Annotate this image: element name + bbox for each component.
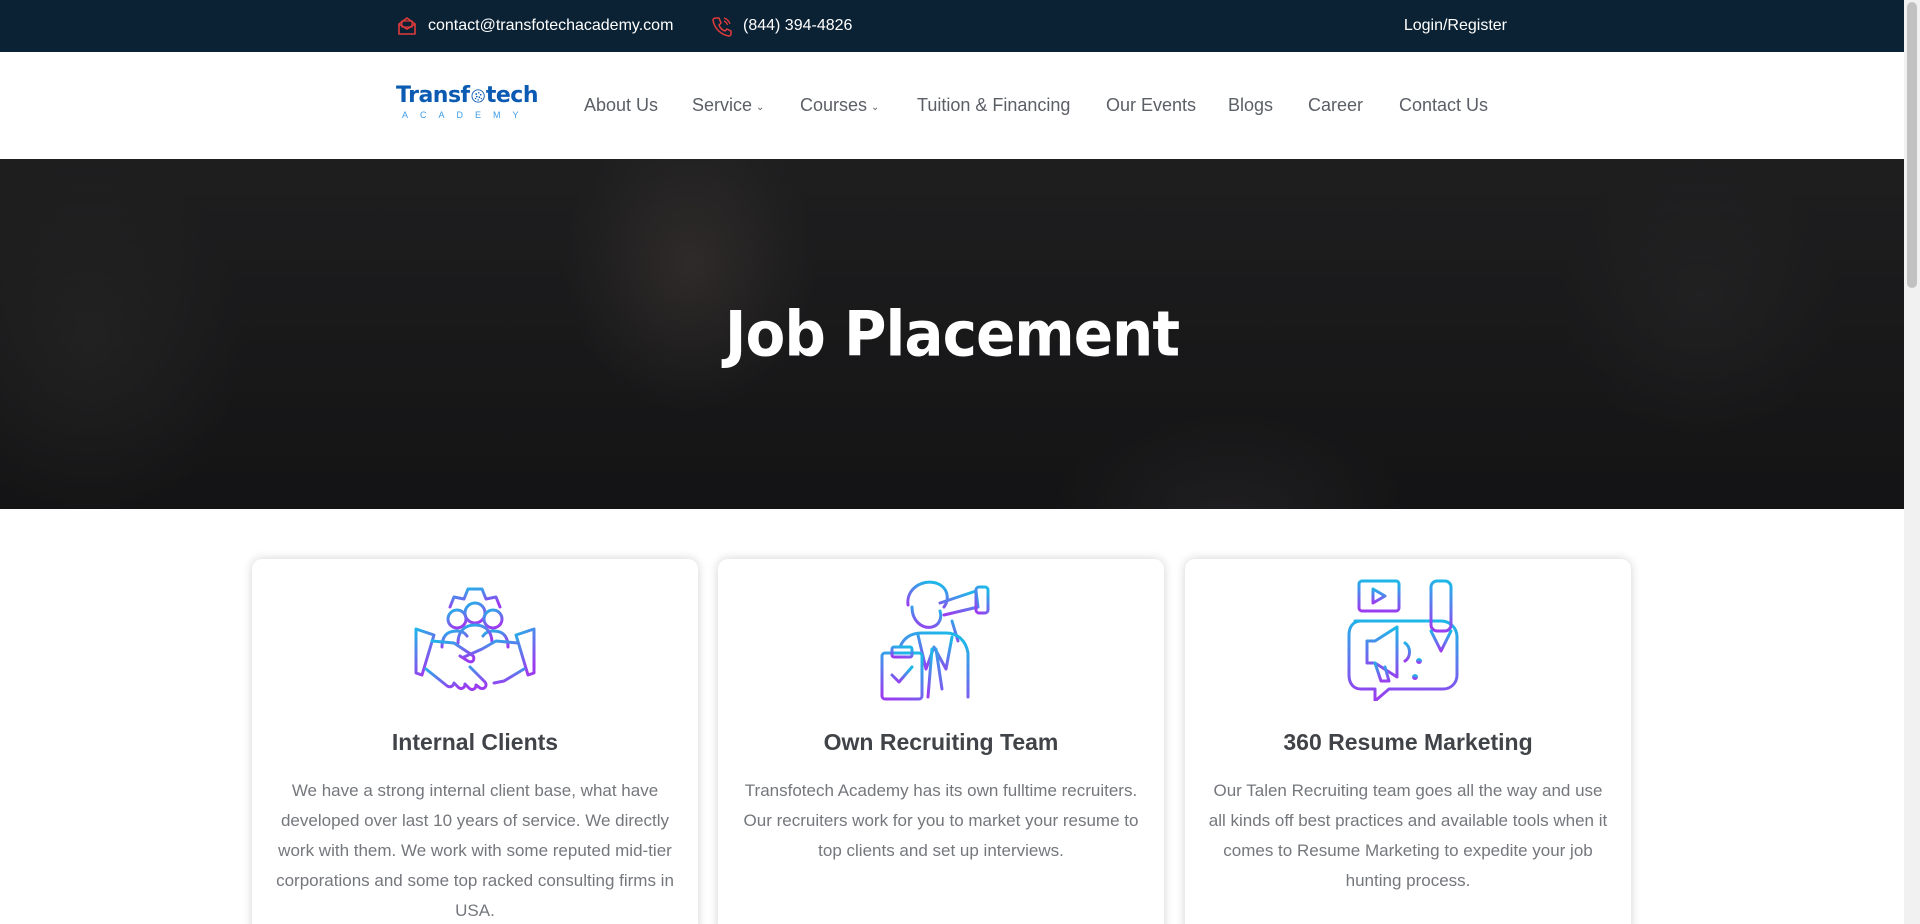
feature-card-internal-clients: Internal Clients We have a strong intern…: [252, 559, 698, 924]
top-contact-bar: contact@transfotechacademy.com (844) 394…: [0, 0, 1904, 52]
phone-text: (844) 394-4826: [743, 17, 853, 34]
page-scrollbar[interactable]: [1904, 0, 1920, 924]
login-register-link[interactable]: Login/Register: [1399, 0, 1507, 52]
main-navbar: Transf tech ACADEMY About Us Service ⌄ C…: [0, 52, 1904, 159]
phone-icon: [712, 17, 732, 37]
card-description: Transfotech Academy has its own fulltime…: [743, 781, 1139, 860]
card-title: 360 Resume Marketing: [1283, 729, 1533, 755]
nav-contact-us[interactable]: Contact Us: [1399, 52, 1488, 159]
nav-career[interactable]: Career: [1308, 52, 1363, 159]
envelope-icon: [398, 17, 416, 35]
card-title: Internal Clients: [391, 729, 559, 755]
globe-icon: [471, 89, 485, 103]
feature-card-360-resume-marketing: 360 Resume Marketing Our Talen Recruitin…: [1185, 559, 1631, 924]
page-title: Job Placement: [724, 297, 1180, 371]
card-description: We have a strong internal client base, w…: [276, 781, 674, 920]
card-description: Our Talen Recruiting team goes all the w…: [1208, 781, 1608, 890]
card-title: Own Recruiting Team: [823, 729, 1059, 755]
phone-link[interactable]: (844) 394-4826: [711, 0, 852, 52]
email-link[interactable]: contact@transfotechacademy.com: [396, 0, 673, 52]
email-text: contact@transfotechacademy.com: [428, 17, 674, 34]
logo-subtitle: ACADEMY: [402, 110, 531, 120]
page: contact@transfotechacademy.com (844) 394…: [0, 0, 1904, 924]
nav-service[interactable]: Service ⌄: [692, 52, 764, 159]
nav-our-events[interactable]: Our Events: [1106, 52, 1196, 159]
marketing-megaphone-icon: [1347, 579, 1459, 701]
nav-courses[interactable]: Courses ⌄: [800, 52, 879, 159]
scrollbar-thumb[interactable]: [1907, 2, 1917, 288]
transfotech-logo[interactable]: Transf tech ACADEMY: [396, 83, 539, 130]
chevron-down-icon: ⌄: [756, 101, 765, 113]
feature-card-own-recruiting-team: Own Recruiting Team Transfotech Academy …: [718, 559, 1164, 924]
handshake-team-icon: [414, 587, 536, 691]
hero-banner: Job Placement: [0, 159, 1904, 509]
nav-blogs[interactable]: Blogs: [1228, 52, 1273, 159]
logo-wordmark: Transf tech: [396, 83, 539, 108]
nav-about-us[interactable]: About Us: [584, 52, 658, 159]
recruiter-telescope-icon: [880, 580, 990, 701]
chevron-down-icon: ⌄: [871, 101, 880, 113]
nav-tuition-financing[interactable]: Tuition & Financing: [917, 52, 1070, 159]
